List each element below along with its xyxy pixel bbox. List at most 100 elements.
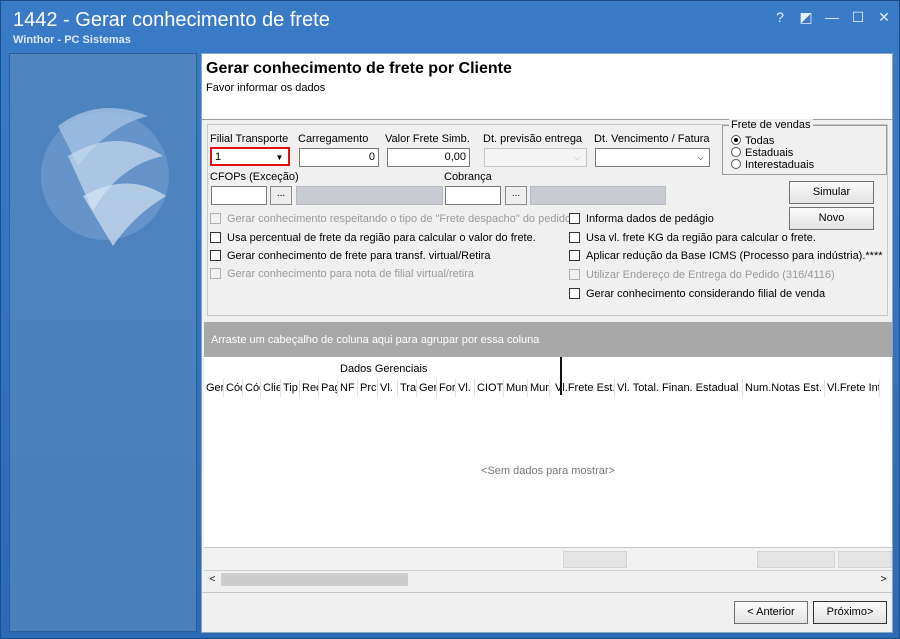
checkbox-icon <box>569 269 580 280</box>
check-percentual-regiao-label: Usa percentual de frete da região para c… <box>227 232 536 244</box>
column-header[interactable]: Ger <box>204 379 224 397</box>
dt-vencimento-input[interactable]: ⌵ <box>595 148 710 167</box>
anterior-button[interactable]: < Anterior <box>734 601 808 624</box>
horizontal-scrollbar[interactable]: < > <box>204 570 892 587</box>
main-window: 1442 - Gerar conhecimento de frete Winth… <box>0 0 900 639</box>
wizard-nav: < Anterior Próximo> <box>202 592 892 632</box>
check-pedagio[interactable]: Informa dados de pedágio <box>569 213 714 225</box>
frete-vendas-title: Frete de vendas <box>729 119 813 131</box>
radio-selected-icon <box>731 135 741 145</box>
column-header[interactable]: Mun <box>504 379 528 397</box>
close-icon[interactable]: ✕ <box>877 9 891 26</box>
group-by-panel[interactable]: Arraste um cabeçalho de coluna aqui para… <box>204 322 892 357</box>
valor-frete-label: Valor Frete Simb. <box>385 133 470 145</box>
check-percentual-regiao[interactable]: Usa percentual de frete da região para c… <box>210 232 536 244</box>
radio-interestaduais[interactable]: Interestaduais <box>731 159 814 171</box>
column-header[interactable]: Mun <box>528 379 550 397</box>
checkbox-icon <box>569 232 580 243</box>
empty-message: <Sem dados para mostrar> <box>481 465 615 477</box>
chevron-down-icon[interactable]: ▼ <box>273 151 286 164</box>
checkbox-icon <box>569 250 580 261</box>
dt-previsao-input[interactable]: ⌵ <box>484 148 587 167</box>
radio-todas-label: Todas <box>745 135 775 147</box>
column-header[interactable]: Cód <box>243 379 261 397</box>
column-header[interactable]: Prc <box>358 379 378 397</box>
window-controls: ? ◩ — ☐ ✕ <box>773 9 891 26</box>
title-bar: 1442 - Gerar conhecimento de frete Winth… <box>1 1 900 49</box>
carregamento-label: Carregamento <box>298 133 369 145</box>
check-frete-despacho[interactable]: Gerar conhecimento respeitando o tipo de… <box>210 213 574 225</box>
scrollbar-thumb[interactable] <box>221 573 408 586</box>
cobranca-lookup-button[interactable]: ... <box>505 186 527 205</box>
band-dados-gerenciais[interactable]: Dados Gerenciais <box>340 363 427 375</box>
page-title: Gerar conhecimento de frete por Cliente <box>206 60 512 77</box>
radio-interestaduais-label: Interestaduais <box>745 159 815 171</box>
cfops-input[interactable] <box>211 186 267 205</box>
column-header[interactable]: Pag <box>319 379 338 397</box>
checkbox-icon <box>569 213 580 224</box>
left-branding-panel <box>9 53 197 632</box>
cobranca-input[interactable] <box>445 186 501 205</box>
column-header[interactable]: Vl. <box>456 379 475 397</box>
column-header[interactable]: NF <box>338 379 358 397</box>
proximo-button[interactable]: Próximo> <box>813 601 887 624</box>
page-header: Gerar conhecimento de frete por Cliente … <box>202 54 892 120</box>
scroll-right-icon[interactable]: > <box>875 571 892 588</box>
scroll-left-icon[interactable]: < <box>204 571 221 588</box>
radio-estaduais[interactable]: Estaduais <box>731 147 793 159</box>
column-header[interactable]: Ger <box>417 379 437 397</box>
check-filial-venda[interactable]: Gerar conhecimento considerando filial d… <box>569 288 825 300</box>
help-icon[interactable]: ? <box>773 9 787 26</box>
page-subtitle: Favor informar os dados <box>206 82 326 94</box>
checkbox-icon <box>569 288 580 299</box>
winthor-logo-icon <box>41 108 169 246</box>
carregamento-input[interactable]: 0 <box>299 148 379 167</box>
column-header[interactable]: Cód <box>224 379 243 397</box>
column-header[interactable]: Rec <box>300 379 319 397</box>
cfops-description <box>296 186 443 205</box>
column-header[interactable]: Tip <box>281 379 300 397</box>
check-reducao-icms[interactable]: Aplicar redução da Base ICMS (Processo p… <box>569 250 883 262</box>
column-header[interactable]: Num.Notas Est. <box>743 379 825 397</box>
check-reducao-icms-label: Aplicar redução da Base ICMS (Processo p… <box>586 250 883 262</box>
restore-layout-icon[interactable]: ◩ <box>799 9 813 26</box>
checkbox-icon <box>210 213 221 224</box>
filial-value: 1 <box>215 151 222 163</box>
maximize-icon[interactable]: ☐ <box>851 9 865 26</box>
radio-todas[interactable]: Todas <box>731 135 774 147</box>
column-header[interactable]: For <box>437 379 456 397</box>
cobranca-description <box>530 186 666 205</box>
check-endereco-entrega[interactable]: Utilizar Endereço de Entrega do Pedido (… <box>569 269 835 281</box>
column-header[interactable]: Clie <box>261 379 281 397</box>
filial-select[interactable]: 1 ▼ <box>210 147 290 166</box>
radio-icon <box>731 159 741 169</box>
checkbox-icon <box>210 268 221 279</box>
check-frete-kg[interactable]: Usa vl. frete KG da região para calcular… <box>569 232 816 244</box>
checkbox-icon <box>210 232 221 243</box>
cobranca-label: Cobrança <box>444 171 492 183</box>
wizard-content: Gerar conhecimento de frete por Cliente … <box>201 53 893 633</box>
column-header[interactable]: Vl. <box>378 379 398 397</box>
window-title: 1442 - Gerar conhecimento de frete <box>13 9 330 31</box>
radio-estaduais-label: Estaduais <box>745 147 794 159</box>
check-filial-venda-label: Gerar conhecimento considerando filial d… <box>586 288 826 300</box>
cfops-lookup-button[interactable]: ... <box>270 186 292 205</box>
chevron-down-icon[interactable]: ⌵ <box>571 151 584 164</box>
novo-button[interactable]: Novo <box>789 207 874 230</box>
column-header[interactable]: Tra <box>398 379 417 397</box>
minimize-icon[interactable]: — <box>825 9 839 26</box>
chevron-down-icon[interactable]: ⌵ <box>694 151 707 164</box>
check-transf-virtual[interactable]: Gerar conhecimento de frete para transf.… <box>210 250 491 262</box>
check-frete-kg-label: Usa vl. frete KG da região para calcular… <box>586 232 816 244</box>
column-header[interactable]: Vl.Frete Int <box>825 379 880 397</box>
footer-summary-cell <box>838 551 892 568</box>
filial-label: Filial Transporte <box>210 133 289 145</box>
column-header[interactable]: Vl.Frete Est. <box>550 379 615 397</box>
column-header[interactable]: Vl. Total. Finan. Estadual <box>615 379 743 397</box>
column-header[interactable]: CIOT <box>475 379 504 397</box>
valor-frete-input[interactable]: 0,00 <box>387 148 470 167</box>
check-endereco-entrega-label: Utilizar Endereço de Entrega do Pedido (… <box>586 269 835 281</box>
simular-button[interactable]: Simular <box>789 181 874 204</box>
check-nota-filial-virtual[interactable]: Gerar conhecimento para nota de filial v… <box>210 268 474 280</box>
window-subtitle: Winthor - PC Sistemas <box>13 34 131 46</box>
